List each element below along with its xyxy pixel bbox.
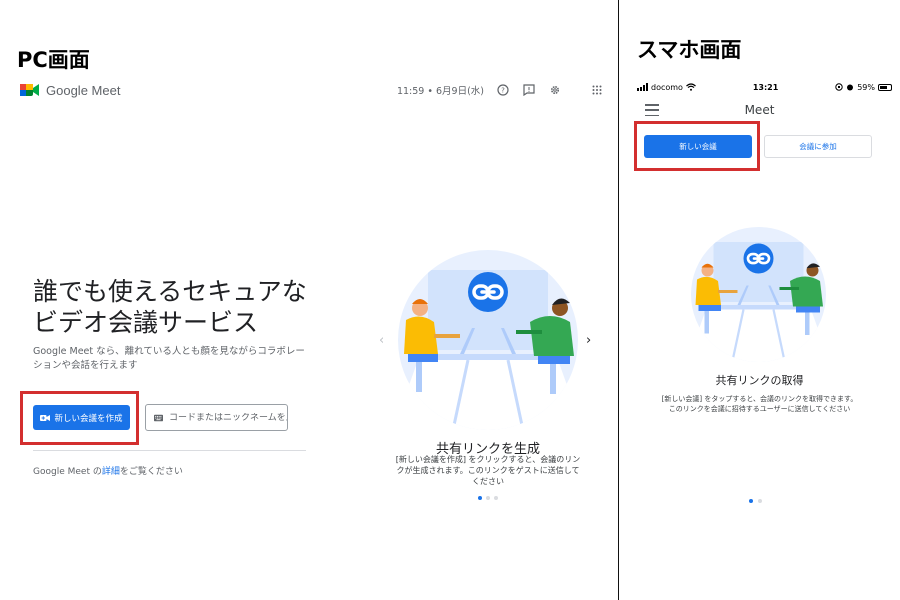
status-bar: docomo 13:21 59% [637,81,892,93]
carousel-dot-1[interactable] [478,496,482,500]
highlight-box-pc [20,391,139,445]
alarm-icon [847,84,854,91]
learn-more-suffix: をご覧ください [119,467,183,477]
divider-line [33,450,306,451]
hero-title-line2: ビデオ会議サービス [33,308,259,337]
signal-icon [637,83,648,91]
sp-caption-line1: [新しい会議] をタップすると、会議のリンクを取得できます。 [661,395,858,403]
sp-caption-body: [新しい会議] をタップすると、会議のリンクを取得できます。 このリンクを会議に… [639,394,880,414]
keyboard-icon [154,414,163,421]
sp-caption-line2: このリンクを会議に招待するユーザーに送信してください [668,405,851,413]
sp-carousel-dot-1[interactable] [749,499,753,503]
meeting-code-field[interactable] [145,404,288,431]
carousel-dots [478,496,498,500]
status-left: docomo [637,83,696,92]
clock-readout: 13:21 [752,82,779,92]
status-right: 59% [835,83,892,92]
caption-body: [新しい会議を作成] をクリックすると、会議のリンクが生成されます。このリンクを… [395,455,581,486]
carrier-name: docomo [651,82,683,92]
settings-icon[interactable] [548,83,562,97]
wifi-icon [686,83,696,91]
learn-more-link[interactable]: 詳細 [102,467,120,477]
datetime-readout: 11:59 • 6月9日(水) [396,86,484,97]
sp-share-link-illustration [691,227,826,362]
smartphone-screen: docomo 13:21 59% Meet 新しい会議 会議に参加 共有リンクの… [619,0,900,600]
meet-logo-icon [20,84,39,96]
carousel-prev-button[interactable]: ‹ [379,333,384,348]
carousel-dot-3[interactable] [494,496,498,500]
google-meet-logo[interactable]: Google Meet [20,82,120,98]
meeting-code-input[interactable] [169,412,287,423]
pc-header-actions: 11:59 • 6月9日(水) ? [397,83,604,97]
battery-fill [879,85,888,89]
carousel-dot-2[interactable] [486,496,490,500]
hero-subtitle: Google Meet なら、離れている人とも顔を見ながらコラボレーションや会話… [33,346,305,371]
pc-screen: Google Meet 11:59 • 6月9日(水) ? 誰でも使えるセキュア… [0,0,618,600]
sp-caption-title: 共有リンクの取得 [715,374,804,387]
learn-more-text: Google Meet の詳細をご覧ください [33,464,183,477]
svg-text:?: ? [501,87,505,95]
apps-icon[interactable] [590,83,604,97]
sp-carousel-dot-2[interactable] [758,499,762,503]
battery-percent: 59% [857,82,875,92]
carousel-next-button[interactable]: › [586,333,591,348]
sp-join-meeting-button[interactable]: 会議に参加 [764,135,872,158]
battery-icon [877,83,892,91]
hero-title: 誰でも使えるセキュアな ビデオ会議サービス [33,276,333,338]
logo-text: Google Meet [46,82,121,98]
rotation-lock-icon [835,83,843,91]
share-link-illustration [398,250,578,430]
highlight-box-sp [634,121,760,171]
sp-carousel-dots [749,499,762,503]
help-icon[interactable]: ? [496,83,510,97]
learn-more-prefix: Google Meet の [33,467,102,477]
app-title: Meet [744,103,775,117]
feedback-icon[interactable] [522,83,536,97]
hero-title-line1: 誰でも使えるセキュアな [33,277,307,306]
